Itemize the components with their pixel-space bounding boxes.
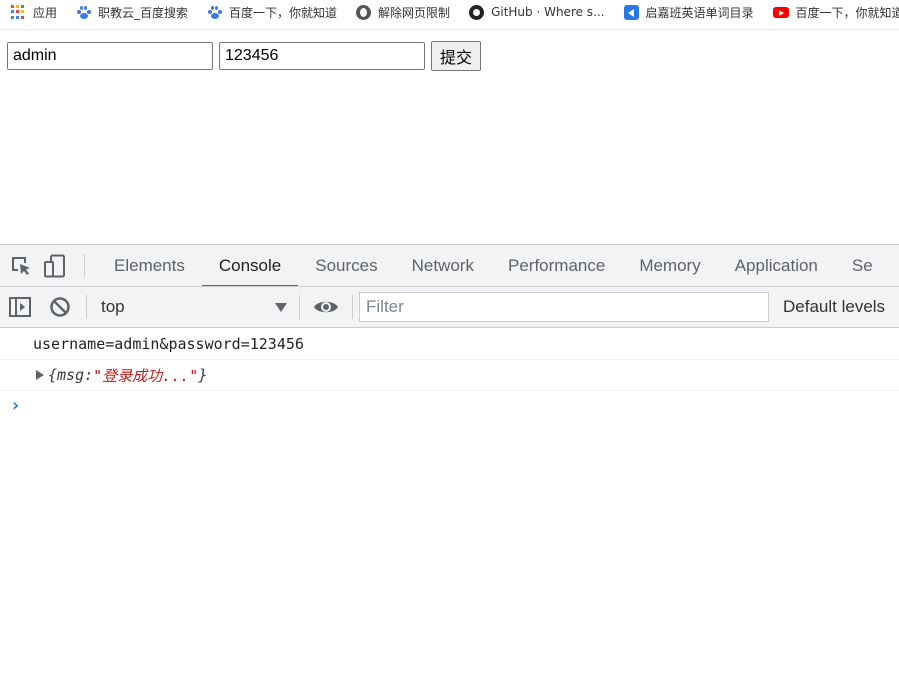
bookmark-apps[interactable]: 应用 xyxy=(0,0,65,24)
object-open: {msg: xyxy=(48,366,94,384)
bookmark-youtube-baidu[interactable]: 百度一下，你就知道 xyxy=(762,0,899,24)
dropdown-arrow-icon xyxy=(275,302,287,312)
filter-input[interactable]: Filter xyxy=(359,292,769,322)
bookmark-label: 启嘉班英语单词目录 xyxy=(645,5,754,20)
console-message: username=admin&password=123456 xyxy=(0,329,899,360)
tab-security[interactable]: Se xyxy=(835,245,890,286)
tab-console[interactable]: Console xyxy=(201,245,299,286)
bookmark-label: 百度一下，你就知道 xyxy=(795,5,899,20)
bookmarks-bar: 应用 职教云_百度搜索 百度一下，你就知道 解除网页限制 GitHub · Wh… xyxy=(0,0,899,24)
context-selector[interactable]: top xyxy=(93,292,293,322)
youtube-icon xyxy=(772,6,789,18)
bookmark-label: 应用 xyxy=(33,5,58,20)
toolbar-separator xyxy=(299,295,300,319)
log-levels-dropdown[interactable]: Default levels xyxy=(783,297,885,317)
github-icon xyxy=(469,4,485,20)
object-close: } xyxy=(198,366,208,384)
submit-button[interactable]: 提交 xyxy=(431,41,482,71)
bookmark-label: GitHub · Where s... xyxy=(491,5,605,19)
bookmark-label: 百度一下，你就知道 xyxy=(229,5,338,20)
bookmark-zhijiaoyun[interactable]: 职教云_百度搜索 xyxy=(65,0,196,24)
inspect-element-icon[interactable] xyxy=(4,245,38,286)
tab-memory[interactable]: Memory xyxy=(622,245,717,286)
expand-triangle-icon[interactable] xyxy=(36,370,44,380)
tab-elements[interactable]: Elements xyxy=(97,245,202,286)
baidu-paw-icon xyxy=(207,5,223,20)
apps-grid-icon xyxy=(11,4,26,20)
baidu-paw-icon xyxy=(76,5,92,20)
tab-network[interactable]: Network xyxy=(395,245,491,286)
bookmark-label: 解除网页限制 xyxy=(378,5,451,20)
bookmarks-divider xyxy=(0,29,899,30)
device-toolbar-icon[interactable] xyxy=(38,245,72,286)
tabbar-separator xyxy=(84,254,85,277)
devtools-panel: Elements Console Sources Network Perform… xyxy=(0,244,899,677)
console-toolbar: top Filter Default levels xyxy=(0,287,899,328)
qijia-icon xyxy=(623,4,639,20)
password-input[interactable] xyxy=(219,42,425,70)
console-prompt[interactable]: › xyxy=(0,391,899,419)
log-text: username=admin&password=123456 xyxy=(33,335,304,353)
bookmark-unlock-page[interactable]: 解除网页限制 xyxy=(345,0,458,24)
bookmark-github[interactable]: GitHub · Where s... xyxy=(458,0,612,24)
context-label: top xyxy=(101,297,125,316)
tab-performance[interactable]: Performance xyxy=(491,245,622,286)
tab-application[interactable]: Application xyxy=(718,245,835,286)
bookmark-qijia[interactable]: 启嘉班英语单词目录 xyxy=(613,0,762,24)
object-string-value: "登录成功..." xyxy=(93,366,199,385)
toolbar-separator xyxy=(86,295,87,319)
devtools-tabbar: Elements Console Sources Network Perform… xyxy=(0,245,899,287)
bookmark-label: 职教云_百度搜索 xyxy=(98,5,189,20)
live-expression-eye-icon[interactable] xyxy=(306,287,346,327)
console-object-message[interactable]: {msg: "登录成功..."} xyxy=(0,360,899,391)
show-sidebar-icon[interactable] xyxy=(0,287,40,327)
tab-sources[interactable]: Sources xyxy=(298,245,394,286)
bookmark-baidu[interactable]: 百度一下，你就知道 xyxy=(196,0,345,24)
console-output: username=admin&password=123456 {msg: "登录… xyxy=(0,329,899,419)
filter-placeholder: Filter xyxy=(366,297,404,316)
username-input[interactable] xyxy=(7,42,213,70)
prompt-chevron-icon: › xyxy=(10,394,21,416)
clear-console-icon[interactable] xyxy=(40,287,80,327)
globe-icon xyxy=(356,4,372,20)
login-form: 提交 xyxy=(7,41,482,71)
toolbar-separator xyxy=(352,295,353,319)
